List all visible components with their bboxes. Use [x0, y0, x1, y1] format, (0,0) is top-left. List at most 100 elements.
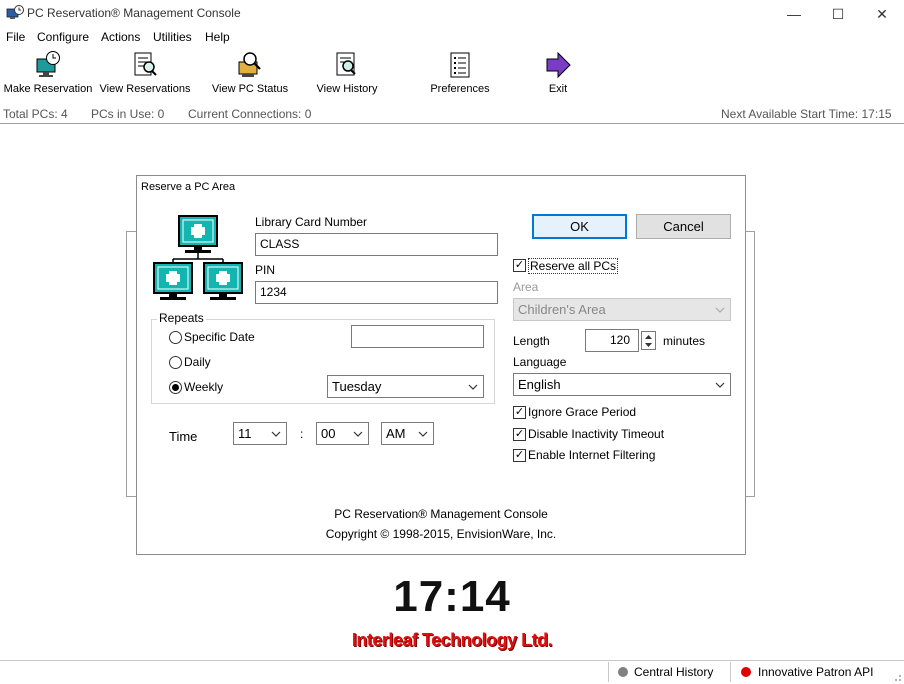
- menu-help[interactable]: Help: [205, 30, 230, 44]
- menu-actions[interactable]: Actions: [101, 30, 140, 44]
- view-reservations-label: View Reservations: [99, 83, 191, 95]
- chevron-down-icon: [468, 384, 478, 390]
- chevron-down-icon: [715, 307, 725, 313]
- ampm-value: AM: [386, 426, 406, 441]
- disable-inactivity-label: Disable Inactivity Timeout: [528, 427, 665, 441]
- exit-arrow-icon: [546, 51, 571, 79]
- minute-select[interactable]: 00: [316, 422, 369, 445]
- patron-api-status-icon: [741, 667, 751, 677]
- computers-group-icon: [153, 215, 243, 300]
- footer-product: PC Reservation® Management Console: [334, 507, 548, 521]
- daily-radio[interactable]: [169, 356, 182, 369]
- make-reservation-label: Make Reservation: [3, 83, 93, 95]
- current-connections-text: Current Connections: 0: [188, 107, 312, 121]
- radio-selected-dot: [172, 384, 179, 391]
- reserve-all-checkbox[interactable]: ✓: [513, 259, 526, 272]
- make-reservation-button[interactable]: Make Reservation: [2, 50, 94, 98]
- view-history-button[interactable]: View History: [306, 50, 388, 98]
- chevron-down-icon: [353, 431, 363, 437]
- cancel-button[interactable]: Cancel: [636, 214, 731, 239]
- menu-file[interactable]: File: [6, 30, 25, 44]
- length-unit: minutes: [663, 334, 706, 348]
- check-icon: ✓: [514, 449, 525, 461]
- minute-value: 00: [321, 426, 336, 441]
- repeats-legend: Repeats: [157, 311, 206, 325]
- hour-value: 11: [238, 426, 252, 441]
- status-separator: [730, 662, 731, 682]
- length-label: Length: [513, 334, 550, 348]
- next-available-text: Next Available Start Time: 17:15: [721, 107, 892, 121]
- chevron-down-icon: [418, 431, 428, 437]
- chevron-down-icon: [271, 431, 281, 437]
- menu-utilities[interactable]: Utilities: [153, 30, 192, 44]
- language-value: English: [518, 377, 561, 392]
- area-select[interactable]: Children's Area: [513, 298, 731, 321]
- total-pcs-text: Total PCs: 4: [3, 107, 68, 121]
- language-label: Language: [513, 355, 567, 369]
- specific-date-label: Specific Date: [184, 330, 255, 344]
- weekday-value: Tuesday: [332, 379, 382, 394]
- computer-magnifier-icon: [238, 52, 261, 77]
- disable-inactivity-checkbox[interactable]: ✓: [513, 428, 526, 441]
- internet-filtering-label: Enable Internet Filtering: [528, 448, 656, 462]
- check-icon: ✓: [514, 259, 525, 271]
- area-label: Area: [513, 280, 539, 294]
- app-icon: [6, 5, 24, 19]
- chevron-down-icon: [715, 382, 725, 388]
- check-icon: ✓: [514, 406, 525, 418]
- pcs-in-use-text: PCs in Use: 0: [91, 107, 165, 121]
- length-input[interactable]: 120: [585, 329, 639, 352]
- pin-label: PIN: [255, 263, 276, 277]
- ok-button[interactable]: OK: [532, 214, 627, 239]
- view-history-label: View History: [316, 83, 378, 95]
- library-card-input[interactable]: CLASS: [255, 233, 498, 256]
- pin-input[interactable]: 1234: [255, 281, 498, 304]
- ignore-grace-label: Ignore Grace Period: [528, 405, 637, 419]
- reserve-all-label: Reserve all PCs: [528, 258, 619, 274]
- menu-configure[interactable]: Configure: [37, 30, 89, 44]
- time-label: Time: [169, 429, 198, 444]
- spin-up-icon[interactable]: [644, 333, 653, 340]
- clock-display: 17:14: [393, 572, 511, 621]
- library-card-label: Library Card Number: [255, 215, 368, 229]
- length-spinner[interactable]: [641, 331, 656, 350]
- view-reservations-button[interactable]: View Reservations: [98, 50, 192, 98]
- preferences-button[interactable]: Preferences: [420, 50, 500, 98]
- patron-api-label: Innovative Patron API: [758, 665, 874, 679]
- exit-label: Exit: [548, 83, 568, 95]
- list-document-icon: [450, 52, 470, 78]
- status-separator: [608, 662, 609, 682]
- specific-date-radio[interactable]: [169, 331, 182, 344]
- weekly-radio[interactable]: [169, 381, 182, 394]
- document-magnifier-icon: [134, 52, 157, 76]
- ampm-select[interactable]: AM: [381, 422, 434, 445]
- reserve-pc-area-dialog: Reserve a PC Area Library Card Number CL…: [136, 175, 746, 555]
- history-document-icon: [336, 52, 356, 76]
- exit-button[interactable]: Exit: [530, 50, 586, 98]
- close-button[interactable]: ✕: [860, 0, 904, 28]
- window-title: PC Reservation® Management Console: [27, 6, 241, 20]
- maximize-button[interactable]: ☐: [816, 0, 860, 28]
- resize-grip-icon[interactable]: [890, 670, 902, 682]
- internet-filtering-checkbox[interactable]: ✓: [513, 449, 526, 462]
- view-pc-status-label: View PC Status: [211, 83, 289, 95]
- brand-text: Interleaf Technology Ltd.: [351, 630, 553, 650]
- spin-down-icon[interactable]: [644, 342, 653, 349]
- maximize-icon: ☐: [831, 5, 845, 22]
- ignore-grace-checkbox[interactable]: ✓: [513, 406, 526, 419]
- area-value: Children's Area: [518, 302, 606, 317]
- language-select[interactable]: English: [513, 373, 731, 396]
- specific-date-input[interactable]: [351, 325, 484, 348]
- footer-copyright: Copyright © 1998-2015, EnvisionWare, Inc…: [325, 527, 557, 541]
- close-icon: ✕: [876, 5, 888, 22]
- view-pc-status-button[interactable]: View PC Status: [206, 50, 294, 98]
- dialog-title: Reserve a PC Area: [141, 181, 236, 193]
- weekly-label: Weekly: [184, 380, 224, 394]
- clock-computer-icon: [36, 51, 60, 77]
- minimize-button[interactable]: —: [772, 0, 816, 28]
- check-icon: ✓: [514, 428, 525, 440]
- preferences-label: Preferences: [430, 83, 490, 95]
- time-separator: :: [300, 427, 304, 441]
- weekday-select[interactable]: Tuesday: [327, 375, 484, 398]
- hour-select[interactable]: 11: [233, 422, 287, 445]
